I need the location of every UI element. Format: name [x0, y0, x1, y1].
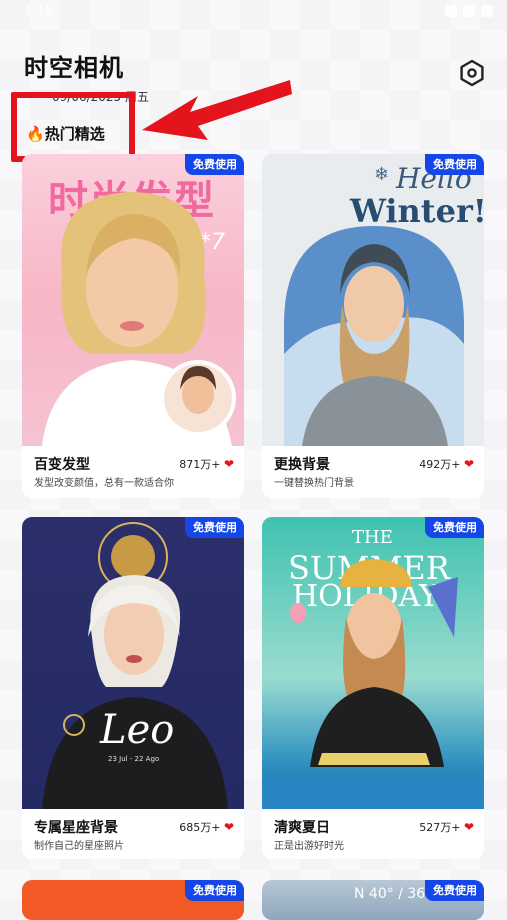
heart-icon: ❤ [223, 457, 234, 471]
card-name: 专属星座背景 [34, 820, 118, 836]
card-image: 时尚发型 *7 免费使用 [22, 154, 244, 446]
heart-icon: ❤ [463, 820, 474, 834]
card-summer[interactable]: THE SUMMER HOLIDAY 免费使用 清爽夏日 527万+ ❤ 正是出… [262, 517, 484, 859]
portrait-illustration [42, 522, 228, 809]
card-description: 一键替换热门背景 [274, 478, 354, 489]
card-image: Hello Winter! ❄ 免费使用 [262, 154, 484, 446]
annotation-highlight-box [11, 92, 135, 162]
free-badge: 免费使用 [425, 517, 484, 538]
card-partial-right[interactable]: N 40° / 36° 免费使用 [262, 880, 484, 920]
card-likes: 871万+ ❤ [179, 456, 234, 472]
portrait-illustration: ❄ [284, 164, 464, 446]
portrait-illustration [42, 192, 236, 446]
annotation-arrow [142, 80, 292, 140]
card-background-change[interactable]: Hello Winter! ❄ 免费使用 更换背景 492万+ ❤ 一键替换热门… [262, 154, 484, 498]
free-badge: 免费使用 [425, 154, 484, 175]
free-badge: 免费使用 [185, 517, 244, 538]
card-name: 清爽夏日 [274, 820, 330, 836]
app-title: 时空相机 [24, 54, 124, 82]
free-badge: 免费使用 [185, 880, 244, 901]
card-image: THE SUMMER HOLIDAY 免费使用 [262, 517, 484, 809]
status-icons [445, 5, 493, 17]
card-image-text-date: 23 Jul - 22 Ago [108, 755, 160, 763]
portrait-illustration [262, 559, 484, 809]
card-image: N 40° / 36° 免费使用 [262, 880, 484, 920]
likes-count: 871万+ [179, 458, 221, 471]
gear-icon[interactable] [457, 58, 487, 88]
card-name: 更换背景 [274, 457, 330, 473]
card-image: 免费使用 [22, 880, 244, 920]
status-time: 1:18 [24, 4, 54, 19]
card-partial-left[interactable]: 免费使用 [22, 880, 244, 920]
card-image-text-leo: Leo [100, 707, 175, 753]
card-hairstyle[interactable]: 时尚发型 *7 免费使用 百变发型 871万+ ❤ 发型改变颜值，总有一款适合你 [22, 154, 244, 498]
likes-count: 527万+ [419, 821, 461, 834]
card-name: 百变发型 [34, 457, 90, 473]
card-likes: 527万+ ❤ [419, 819, 474, 835]
status-bar: 1:18 [0, 0, 507, 26]
card-description: 发型改变颜值，总有一款适合你 [34, 478, 174, 489]
card-likes: 492万+ ❤ [419, 456, 474, 472]
card-description: 正是出游好时光 [274, 841, 344, 852]
free-badge: 免费使用 [185, 154, 244, 175]
card-description: 制作自己的星座照片 [34, 841, 124, 852]
free-badge: 免费使用 [425, 880, 484, 901]
heart-icon: ❤ [463, 457, 474, 471]
likes-count: 492万+ [419, 458, 461, 471]
likes-count: 685万+ [179, 821, 221, 834]
svg-text:❄: ❄ [374, 164, 389, 185]
card-image-text: N 40° / 36° [354, 886, 433, 902]
card-image: Leo 23 Jul - 22 Ago 免费使用 [22, 517, 244, 809]
card-zodiac-background[interactable]: Leo 23 Jul - 22 Ago 免费使用 专属星座背景 685万+ ❤ … [22, 517, 244, 859]
heart-icon: ❤ [223, 820, 234, 834]
card-likes: 685万+ ❤ [179, 819, 234, 835]
